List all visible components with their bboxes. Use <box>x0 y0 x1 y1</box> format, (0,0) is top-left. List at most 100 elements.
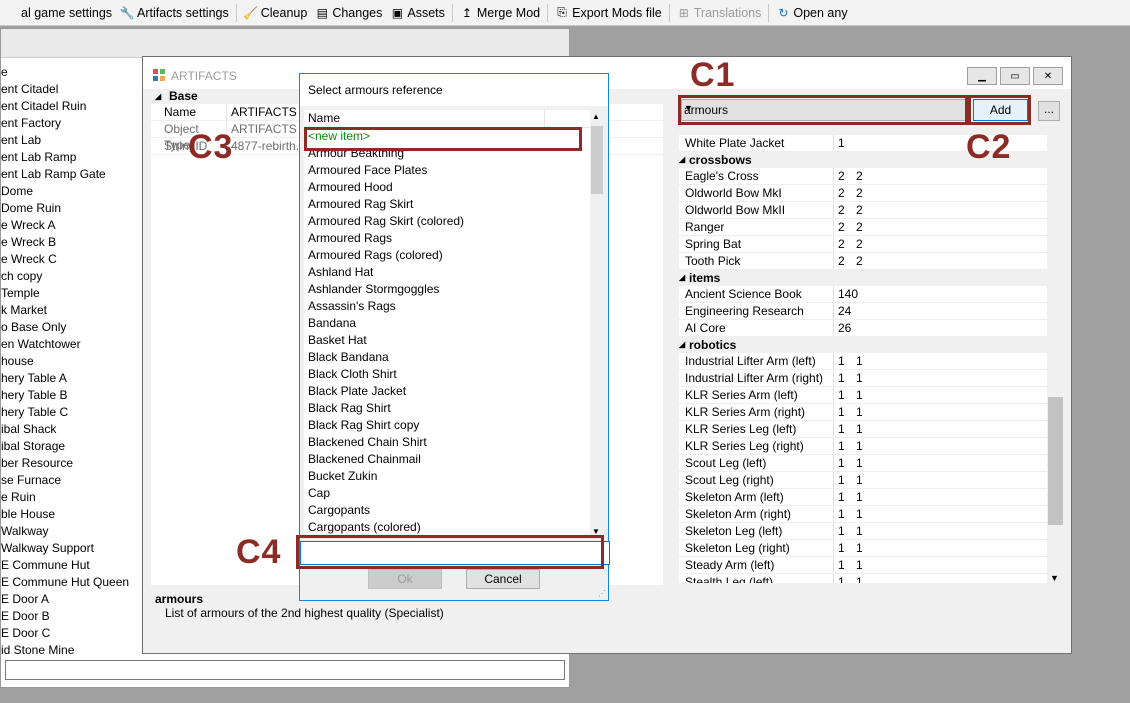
list-item[interactable]: Basket Hat <box>304 332 592 349</box>
list-item[interactable]: Blackened Chain Shirt <box>304 434 592 451</box>
table-row[interactable]: Eagle's Cross 2 2 <box>679 168 1051 185</box>
list-item[interactable]: ent Citadel <box>1 81 141 98</box>
list-item[interactable]: Black Rag Shirt <box>304 400 592 417</box>
list-item[interactable]: Walkway Support <box>1 540 141 557</box>
list-item[interactable]: Blackened Chainmail <box>304 451 592 468</box>
list-item[interactable]: Bandana <box>304 315 592 332</box>
list-item[interactable]: E Door C <box>1 625 141 642</box>
reference-list-scrollbar[interactable]: ▼ <box>1047 135 1064 583</box>
table-row[interactable]: Oldworld Bow MkII 2 2 <box>679 202 1051 219</box>
scroll-up-icon[interactable]: ▲ <box>592 112 600 121</box>
table-row[interactable]: Spring Bat 2 2 <box>679 236 1051 253</box>
toolbar-changes[interactable]: ▤ Changes <box>311 2 386 24</box>
table-row[interactable]: KLR Series Arm (right) 1 1 <box>679 404 1051 421</box>
list-item[interactable]: e Wreck B <box>1 234 141 251</box>
list-item[interactable]: Cap <box>304 485 592 502</box>
list-item[interactable]: hery Table B <box>1 387 141 404</box>
list-item[interactable]: e Wreck A <box>1 217 141 234</box>
list-item[interactable]: Ashlander Stormgoggles <box>304 281 592 298</box>
list-item[interactable]: Black Plate Jacket <box>304 383 592 400</box>
list-item[interactable]: Armoured Hood <box>304 179 592 196</box>
table-row[interactable]: Industrial Lifter Arm (left) 1 1 <box>679 353 1051 370</box>
minimize-button[interactable]: ▁ <box>967 67 997 85</box>
list-item[interactable]: e <box>1 64 141 81</box>
list-item[interactable]: Armoured Rags (colored) <box>304 247 592 264</box>
new-item-entry[interactable]: <new item> <box>304 128 592 145</box>
add-button[interactable]: Add <box>973 99 1028 121</box>
close-button[interactable]: ✕ <box>1033 67 1063 85</box>
toolbar-cleanup[interactable]: 🧹 Cleanup <box>240 2 312 24</box>
list-item[interactable]: E Commune Hut Queen <box>1 574 141 591</box>
list-item[interactable]: ble House <box>1 506 141 523</box>
scroll-down-icon[interactable]: ▼ <box>1050 573 1059 583</box>
list-item[interactable]: Walkway <box>1 523 141 540</box>
list-item[interactable]: o Base Only <box>1 319 141 336</box>
list-item[interactable]: Armoured Face Plates <box>304 162 592 179</box>
toolbar-artifacts-settings[interactable]: 🔧 Artifacts settings <box>116 2 233 24</box>
toolbar-assets[interactable]: ▣ Assets <box>386 2 449 24</box>
list-item[interactable]: Temple <box>1 285 141 302</box>
toolbar-translations[interactable]: ⊞ Translations <box>673 2 766 24</box>
list-item[interactable]: ibal Shack <box>1 421 141 438</box>
table-row[interactable]: Ranger 2 2 <box>679 219 1051 236</box>
table-row[interactable]: AI Core 26 <box>679 320 1051 337</box>
list-item[interactable]: Cargopants (colored) <box>304 519 592 536</box>
list-item[interactable]: ch copy <box>1 268 141 285</box>
reference-item-list[interactable]: Name <new item> Armour Beakthing Armoured… <box>304 110 592 538</box>
table-row[interactable]: Industrial Lifter Arm (right) 1 1 <box>679 370 1051 387</box>
list-item[interactable]: Cargopants <box>304 502 592 519</box>
list-item[interactable]: Dome <box>1 183 141 200</box>
list-item[interactable]: Bucket Zukin <box>304 468 592 485</box>
list-item[interactable]: Armoured Rags <box>304 230 592 247</box>
filter-input[interactable] <box>5 660 565 680</box>
list-item[interactable]: Armoured Rag Skirt <box>304 196 592 213</box>
list-item[interactable]: en Watchtower <box>1 336 141 353</box>
cancel-button[interactable]: Cancel <box>466 569 540 589</box>
list-item[interactable]: ent Lab <box>1 132 141 149</box>
toolbar-open-any[interactable]: ↻ Open any <box>772 2 851 24</box>
list-item[interactable]: ent Factory <box>1 115 141 132</box>
table-row[interactable]: Skeleton Arm (left) 1 1 <box>679 489 1051 506</box>
more-button[interactable]: ... <box>1038 101 1060 121</box>
toolbar-export-mods[interactable]: ⎘ Export Mods file <box>551 2 666 24</box>
collapse-icon[interactable]: ◢ <box>155 89 161 104</box>
table-row[interactable]: Stealth Leg (left) 1 1 <box>679 574 1051 583</box>
table-row[interactable]: KLR Series Leg (right) 1 1 <box>679 438 1051 455</box>
resize-grip-icon[interactable]: ⋰ <box>598 589 606 598</box>
list-item[interactable]: id Stone Mine <box>1 642 141 656</box>
table-row[interactable]: Scout Leg (left) 1 1 <box>679 455 1051 472</box>
category-header[interactable]: ◢ items <box>679 270 1051 286</box>
list-item[interactable]: ent Citadel Ruin <box>1 98 141 115</box>
dialog-scrollbar[interactable]: ▲ ▼ <box>590 110 604 538</box>
category-header[interactable]: ◢ robotics <box>679 337 1051 353</box>
list-item[interactable]: Black Rag Shirt copy <box>304 417 592 434</box>
list-item[interactable]: Ashland Hat <box>304 264 592 281</box>
list-item[interactable]: Armour Beakthing <box>304 145 592 162</box>
table-row[interactable]: Skeleton Leg (left) 1 1 <box>679 523 1051 540</box>
list-item[interactable]: ent Lab Ramp <box>1 149 141 166</box>
list-item[interactable]: Dome Ruin <box>1 200 141 217</box>
list-item[interactable]: e Ruin <box>1 489 141 506</box>
list-item[interactable]: Assassin's Rags <box>304 298 592 315</box>
object-list[interactable]: e ent Citadel ent Citadel Ruin ent Factory e… <box>1 64 141 656</box>
table-row[interactable]: Scout Leg (right) 1 1 <box>679 472 1051 489</box>
list-item[interactable]: ibal Storage <box>1 438 141 455</box>
toolbar-merge-mod[interactable]: ↥ Merge Mod <box>456 2 544 24</box>
list-item[interactable]: Armoured Rag Skirt (colored) <box>304 213 592 230</box>
collapse-icon[interactable]: ◢ <box>679 337 685 353</box>
table-row[interactable]: KLR Series Leg (left) 1 1 <box>679 421 1051 438</box>
ok-button[interactable]: Ok <box>368 569 442 589</box>
list-item[interactable]: E Commune Hut <box>1 557 141 574</box>
table-row[interactable]: Ancient Science Book 140 <box>679 286 1051 303</box>
reference-list[interactable]: White Plate Jacket 1 ◢ crossbows Eagle's Cro… <box>679 135 1051 583</box>
list-item[interactable]: E Door A <box>1 591 141 608</box>
scrollbar-thumb[interactable] <box>591 126 603 194</box>
table-row[interactable]: Oldworld Bow MkI 2 2 <box>679 185 1051 202</box>
list-item[interactable]: E Door B <box>1 608 141 625</box>
table-row[interactable]: KLR Series Arm (left) 1 1 <box>679 387 1051 404</box>
list-item[interactable]: ber Resource <box>1 455 141 472</box>
toolbar-game-settings[interactable]: al game settings <box>0 2 116 24</box>
list-type-combobox[interactable]: armours ▼ <box>681 99 968 121</box>
table-row[interactable]: Tooth Pick 2 2 <box>679 253 1051 270</box>
list-item[interactable]: Black Cloth Shirt <box>304 366 592 383</box>
